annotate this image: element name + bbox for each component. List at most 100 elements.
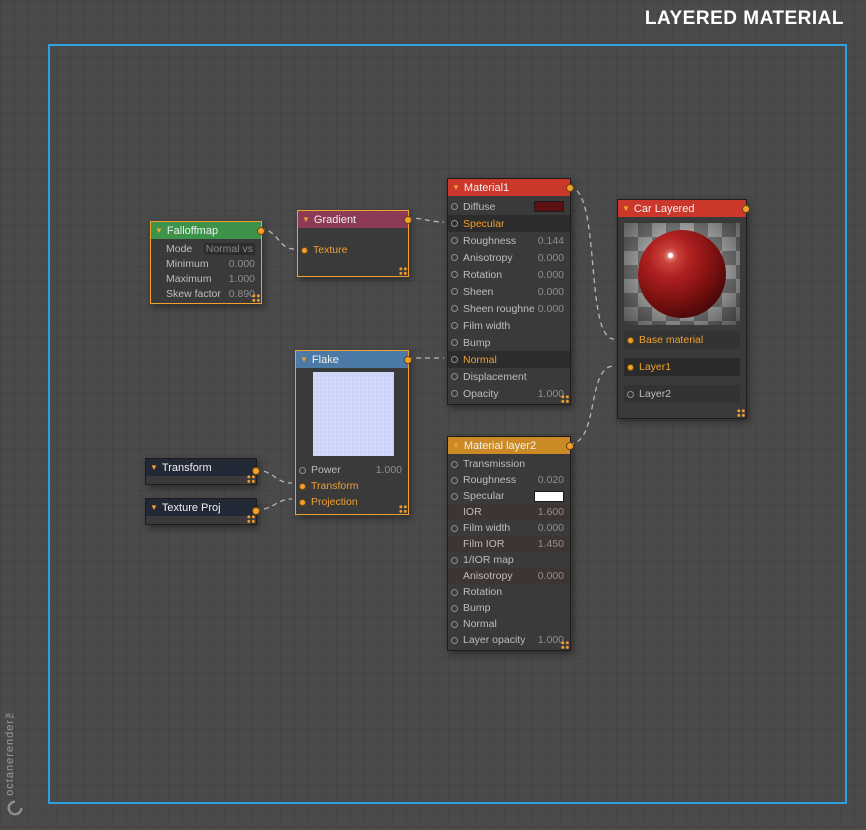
input-socket[interactable] <box>451 254 458 261</box>
input-socket[interactable] <box>451 588 458 596</box>
node-falloffmap[interactable]: ▼ Falloffmap Mode Normal vs Minimum 0.00… <box>150 221 265 304</box>
output-socket[interactable] <box>404 215 412 224</box>
node-header[interactable]: ▼ Transform <box>146 459 260 476</box>
node-header[interactable]: ▼ Falloffmap <box>151 222 265 239</box>
move-handle-icon[interactable] <box>398 504 407 513</box>
output-socket[interactable] <box>742 204 750 213</box>
color-swatch[interactable] <box>534 201 564 212</box>
node-flake[interactable]: ▼ Flake Power 1.000 Transform Projection <box>295 350 412 515</box>
move-handle-icon[interactable] <box>736 408 745 417</box>
input-socket[interactable] <box>451 476 458 484</box>
collapse-triangle-icon[interactable]: ▼ <box>622 204 630 213</box>
param-row-ior[interactable]: IOR 1.600 <box>448 504 570 520</box>
input-socket[interactable] <box>451 288 458 295</box>
row-value[interactable]: 0.000 <box>534 252 564 264</box>
input-socket[interactable] <box>299 482 306 490</box>
input-socket[interactable] <box>451 271 458 278</box>
row-value[interactable]: 0.000 <box>534 522 564 534</box>
collapse-triangle-icon[interactable]: ▼ <box>302 215 310 224</box>
param-row-base-material[interactable]: Base material <box>624 331 740 349</box>
input-socket[interactable] <box>451 620 458 628</box>
input-socket[interactable] <box>301 246 308 254</box>
node-gradient[interactable]: ▼ Gradient Texture <box>297 210 412 277</box>
input-socket[interactable] <box>627 390 634 398</box>
param-row-minimum[interactable]: Minimum 0.000 <box>151 256 261 271</box>
param-row-skew-factor[interactable]: Skew factor 0.890 <box>151 286 261 301</box>
param-row-maximum[interactable]: Maximum 1.000 <box>151 271 261 286</box>
input-socket[interactable] <box>627 336 634 344</box>
row-value[interactable]: 0.000 <box>534 269 564 281</box>
collapse-triangle-icon[interactable]: ▼ <box>155 226 163 235</box>
input-socket[interactable] <box>451 492 458 500</box>
param-row-specular[interactable]: Specular <box>448 488 570 504</box>
param-row-transform[interactable]: Transform <box>296 478 408 494</box>
collapse-triangle-icon[interactable]: ▼ <box>150 463 158 472</box>
row-value[interactable]: 1.600 <box>534 506 564 518</box>
param-row-layer2[interactable]: Layer2 <box>624 385 740 403</box>
node-transform[interactable]: ▼ Transform <box>145 458 260 485</box>
node-header[interactable]: ▼ Gradient <box>298 211 412 228</box>
row-value[interactable]: 0.000 <box>534 303 564 315</box>
param-row-diffuse[interactable]: Diffuse <box>448 198 570 215</box>
param-row-film-width[interactable]: Film width <box>448 317 570 334</box>
input-socket[interactable] <box>299 498 306 506</box>
output-socket[interactable] <box>566 183 574 192</box>
row-value[interactable]: 1.000 <box>372 464 402 476</box>
row-value[interactable]: 1.000 <box>225 273 255 285</box>
collapse-triangle-icon[interactable]: ▼ <box>300 355 308 364</box>
input-socket[interactable] <box>451 556 458 564</box>
input-socket[interactable] <box>451 373 458 380</box>
input-socket[interactable] <box>451 203 458 210</box>
row-value[interactable]: 0.144 <box>534 235 564 247</box>
move-handle-icon[interactable] <box>246 474 255 483</box>
param-row-transmission[interactable]: Transmission <box>448 456 570 472</box>
param-row-roughness[interactable]: Roughness 0.144 <box>448 232 570 249</box>
input-socket[interactable] <box>451 322 458 329</box>
param-row-projection[interactable]: Projection <box>296 494 408 510</box>
mode-dropdown[interactable]: Normal vs <box>203 242 255 255</box>
row-value[interactable]: 1.450 <box>534 538 564 550</box>
param-row-bump[interactable]: Bump <box>448 600 570 616</box>
param-row-rotation[interactable]: Rotation <box>448 584 570 600</box>
param-row-normal[interactable]: Normal <box>448 351 570 368</box>
node-header[interactable]: ▼ Flake <box>296 351 412 368</box>
param-row-texture[interactable]: Texture <box>298 242 408 258</box>
collapse-triangle-icon[interactable]: ▼ <box>452 183 460 192</box>
param-row-sheen-roughness[interactable]: Sheen roughness 0.000 <box>448 300 570 317</box>
param-row-opacity[interactable]: Opacity 1.000 <box>448 385 570 402</box>
param-row-roughness[interactable]: Roughness 0.020 <box>448 472 570 488</box>
param-row-anisotropy[interactable]: Anisotropy 0.000 <box>448 568 570 584</box>
row-value[interactable]: 0.000 <box>534 286 564 298</box>
input-socket[interactable] <box>451 460 458 468</box>
param-row-displacement[interactable]: Displacement <box>448 368 570 385</box>
node-editor-canvas[interactable]: LAYERED MATERIAL ▼ Falloffmap Mode Norma… <box>0 0 866 830</box>
input-socket[interactable] <box>451 636 458 644</box>
node-material1[interactable]: ▼ Material1 Diffuse Specular Roughness 0… <box>447 178 574 405</box>
node-car-layered[interactable]: ▼ Car Layered Base material Layer1 Layer… <box>617 199 750 419</box>
color-swatch[interactable] <box>534 490 564 502</box>
move-handle-icon[interactable] <box>251 293 260 302</box>
input-socket[interactable] <box>451 604 458 612</box>
input-socket[interactable] <box>627 363 634 371</box>
input-socket[interactable] <box>451 305 458 312</box>
input-socket[interactable] <box>451 237 458 244</box>
move-handle-icon[interactable] <box>560 394 569 403</box>
row-value[interactable]: 0.020 <box>534 474 564 486</box>
param-row-bump[interactable]: Bump <box>448 334 570 351</box>
param-row-specular[interactable]: Specular <box>448 215 570 232</box>
param-row-layer1[interactable]: Layer1 <box>624 358 740 376</box>
collapse-triangle-icon[interactable]: ▼ <box>150 503 158 512</box>
input-socket[interactable] <box>299 466 306 474</box>
node-material-layer2[interactable]: ▼ Material layer2 Transmission Roughness… <box>447 436 574 651</box>
output-socket[interactable] <box>404 355 412 364</box>
param-row-1-ior-map[interactable]: 1/IOR map <box>448 552 570 568</box>
output-socket[interactable] <box>257 226 265 235</box>
move-handle-icon[interactable] <box>246 514 255 523</box>
param-row-mode[interactable]: Mode Normal vs <box>151 241 261 256</box>
input-socket[interactable] <box>451 524 458 532</box>
param-row-film-ior[interactable]: Film IOR 1.450 <box>448 536 570 552</box>
input-socket[interactable] <box>451 356 458 363</box>
input-socket[interactable] <box>451 220 458 227</box>
input-socket[interactable] <box>451 339 458 346</box>
param-row-layer-opacity[interactable]: Layer opacity 1.000 <box>448 632 570 648</box>
